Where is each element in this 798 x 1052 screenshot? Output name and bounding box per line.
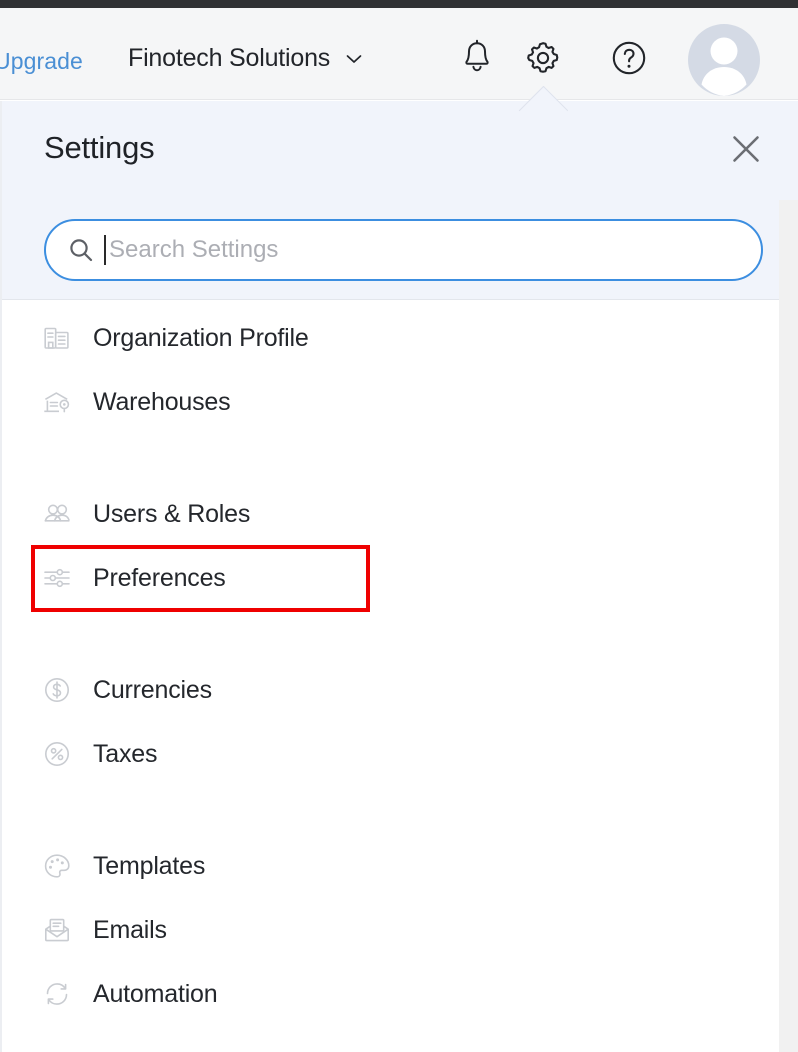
search-settings-box[interactable] xyxy=(44,219,763,281)
menu-item-taxes[interactable]: Taxes xyxy=(2,722,798,786)
search-icon xyxy=(68,237,94,263)
menu-item-label: Organization Profile xyxy=(93,324,309,353)
percent-circle-icon xyxy=(40,737,74,771)
palette-icon xyxy=(40,849,74,883)
search-input[interactable] xyxy=(109,236,739,264)
chevron-down-icon xyxy=(344,49,364,69)
settings-menu-list: Organization Profile Warehouses xyxy=(2,300,798,1026)
warehouse-pin-icon xyxy=(40,385,74,419)
settings-button[interactable] xyxy=(521,38,565,82)
settings-menu-group: Users & Roles Preferences xyxy=(2,482,798,610)
close-button[interactable] xyxy=(727,132,765,170)
menu-item-emails[interactable]: Emails xyxy=(2,898,798,962)
menu-item-currencies[interactable]: Currencies xyxy=(2,658,798,722)
menu-item-preferences[interactable]: Preferences xyxy=(2,546,798,610)
menu-item-organization-profile[interactable]: Organization Profile xyxy=(2,306,798,370)
settings-menu-group: Organization Profile Warehouses xyxy=(2,306,798,434)
user-avatar-icon xyxy=(688,24,760,96)
menu-item-label: Automation xyxy=(93,980,217,1009)
menu-item-label: Templates xyxy=(93,852,205,881)
dollar-circle-icon xyxy=(40,673,74,707)
close-icon xyxy=(729,132,763,171)
notifications-button[interactable] xyxy=(455,38,499,82)
menu-item-warehouses[interactable]: Warehouses xyxy=(2,370,798,434)
upgrade-link[interactable]: Upgrade xyxy=(0,48,83,75)
menu-item-automation[interactable]: Automation xyxy=(2,962,798,1026)
menu-item-label: Users & Roles xyxy=(93,500,250,529)
refresh-cycle-icon xyxy=(40,977,74,1011)
help-circle-icon xyxy=(609,38,649,83)
menu-item-label: Warehouses xyxy=(93,388,230,417)
panel-scrollbar[interactable] xyxy=(779,200,798,1052)
bell-icon xyxy=(459,39,495,82)
settings-menu-group: Currencies Taxes xyxy=(2,658,798,786)
settings-panel-header: Settings xyxy=(2,101,798,300)
envelope-icon xyxy=(40,913,74,947)
gear-icon xyxy=(523,38,563,83)
users-icon xyxy=(40,497,74,531)
settings-overlay-screen: Upgrade Finotech Solutions xyxy=(0,0,798,1052)
menu-item-label: Currencies xyxy=(93,676,212,705)
organization-name: Finotech Solutions xyxy=(128,44,330,73)
settings-panel: Settings xyxy=(0,101,798,1052)
avatar[interactable] xyxy=(688,24,760,96)
top-navigation-bar: Upgrade Finotech Solutions xyxy=(0,8,798,100)
menu-group-divider xyxy=(2,786,798,834)
settings-menu-group: Templates Emails xyxy=(2,834,798,1026)
menu-item-label: Taxes xyxy=(93,740,157,769)
menu-item-users-roles[interactable]: Users & Roles xyxy=(2,482,798,546)
building-icon xyxy=(40,321,74,355)
menu-group-divider xyxy=(2,610,798,658)
browser-top-strip xyxy=(0,0,798,8)
menu-item-label: Emails xyxy=(93,916,167,945)
organization-switcher[interactable]: Finotech Solutions xyxy=(128,44,364,73)
page-title: Settings xyxy=(44,130,154,166)
sliders-icon xyxy=(40,561,74,595)
help-button[interactable] xyxy=(607,38,651,82)
menu-group-divider xyxy=(2,434,798,482)
settings-panel-caret xyxy=(518,86,568,112)
menu-item-label: Preferences xyxy=(93,564,226,593)
text-cursor xyxy=(104,235,106,265)
menu-item-templates[interactable]: Templates xyxy=(2,834,798,898)
